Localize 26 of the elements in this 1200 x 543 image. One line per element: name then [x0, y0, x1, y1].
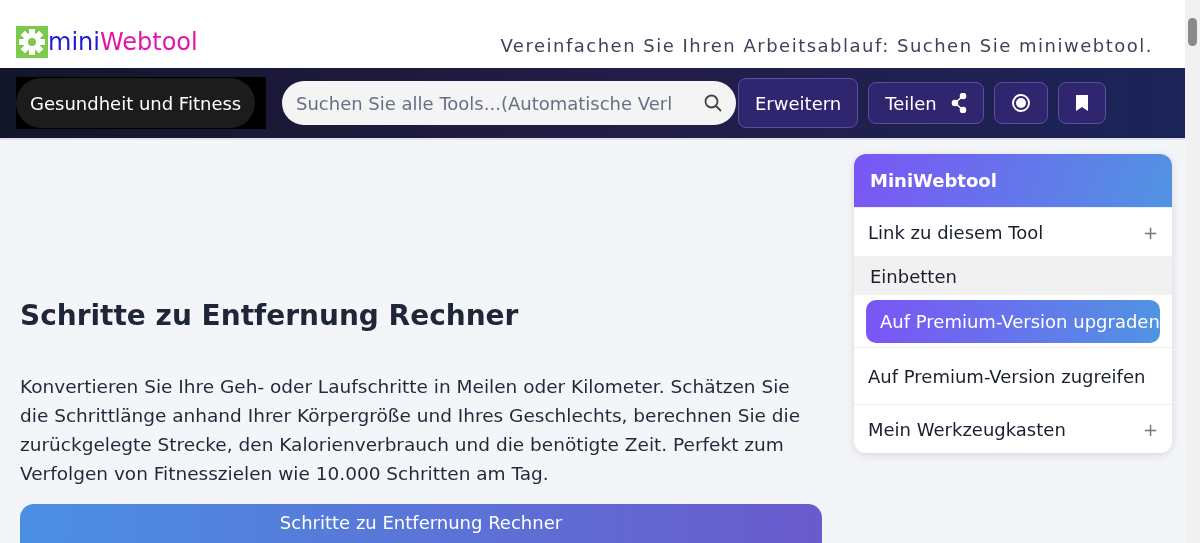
description: Konvertieren Sie Ihre Geh- oder Laufschritte in Meilen oder Kilometer. Schätzen Sie die Schrittlänge anhand Ihrer Körpergröße und Ihres Geschlechts, berechnen Sie die zurückgelegte Strecke, den Kalorienverbrauch und die benötigte Zeit. Perfekt zum Verfolgen von Fitnesszielen wie 10.000 Schritten am Tag. [20, 375, 802, 486]
menu-item[interactable]: Auf Premium-Version zugreifen [854, 347, 1172, 404]
sidebar-title: MiniWebtool [854, 154, 1172, 207]
menu-item[interactable]: Einbetten [854, 256, 1172, 295]
menu-item-label: Link zu diesem Tool [868, 221, 1044, 243]
share-button[interactable]: Teilen [868, 82, 984, 124]
search-icon[interactable] [704, 94, 722, 112]
category-pill[interactable]: Gesundheit und Fitness [16, 78, 256, 128]
record-icon [1010, 93, 1031, 113]
bookmark-icon [1074, 94, 1089, 112]
search-field[interactable]: Suchen Sie alle Tools...(Automatische Verl [282, 81, 736, 125]
bookmark-button[interactable] [1057, 82, 1106, 124]
menu-item[interactable]: Mein Werkzeugkasten + [854, 404, 1172, 453]
gear-icon [16, 26, 48, 58]
site-logo[interactable]: miniWebtool [16, 26, 198, 58]
page-title: Schritte zu Entfernung Rechner [20, 299, 520, 332]
scrollbar-thumb[interactable] [1188, 18, 1197, 46]
plus-sign[interactable]: + [1142, 418, 1158, 440]
upgrade-button[interactable]: Auf Premium-Version upgraden [866, 299, 1160, 343]
plus-sign[interactable]: + [1142, 221, 1158, 243]
tagline: Vereinfachen Sie Ihren Arbeitsablauf: Suchen Sie miniwebtool. [500, 35, 1153, 58]
menu-item-label: Mein Werkzeugkasten [868, 418, 1066, 440]
share-icon [950, 93, 967, 113]
record-button[interactable] [993, 82, 1048, 124]
expand-button[interactable]: Erweitern [738, 78, 859, 128]
card-title: Schritte zu Entfernung Rechner [279, 512, 563, 534]
